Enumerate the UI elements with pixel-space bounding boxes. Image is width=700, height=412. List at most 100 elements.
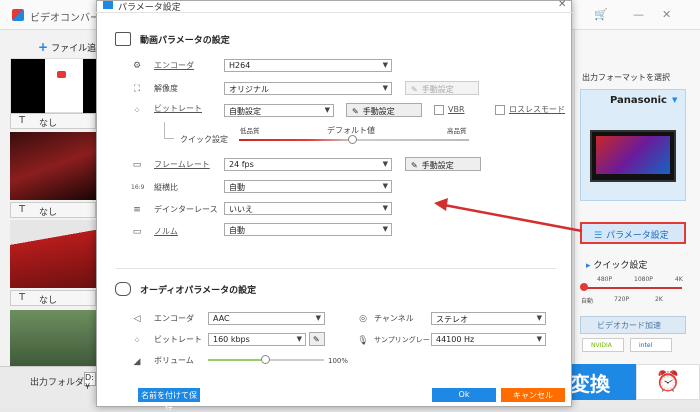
quality-slider-knob[interactable] bbox=[348, 135, 357, 144]
bitrate-icon: ⁘ bbox=[133, 106, 141, 116]
video-thumbnail[interactable] bbox=[10, 132, 96, 200]
divider bbox=[116, 268, 556, 269]
pen-icon: ✎ bbox=[352, 107, 359, 116]
quality-high-label: 高品質 bbox=[447, 127, 467, 135]
subtitle-selector[interactable]: T なし bbox=[10, 113, 96, 129]
audio-settings-icon bbox=[115, 282, 131, 296]
parameter-settings-label: パラメータ設定 bbox=[606, 231, 669, 241]
divider bbox=[96, 12, 572, 13]
video-thumbnail[interactable] bbox=[10, 58, 97, 114]
audio-bitrate-icon: ⁘ bbox=[133, 336, 141, 346]
norm-select[interactable]: 自動 ▼ bbox=[224, 223, 392, 236]
resolution-manual-button[interactable]: ✎ 手動設定 bbox=[405, 81, 479, 95]
quick-settings-label: クイック設定 bbox=[180, 135, 228, 144]
subtitle-value: なし bbox=[39, 296, 58, 306]
aspect-ratio-select[interactable]: 自動 ▼ bbox=[224, 180, 392, 193]
gpu-acceleration-toggle[interactable]: ビデオカード加速 bbox=[580, 316, 686, 334]
ok-button[interactable]: Ok bbox=[432, 388, 496, 402]
tv-image bbox=[590, 130, 676, 182]
lossless-checkbox[interactable] bbox=[495, 105, 505, 115]
volume-label: ボリューム bbox=[154, 356, 194, 365]
volume-value: 100% bbox=[328, 357, 349, 365]
youtube-icon bbox=[57, 71, 66, 78]
format-panel-title: 出力フォーマットを選択 bbox=[582, 73, 670, 82]
subtitle-selector[interactable]: T なし bbox=[10, 290, 96, 306]
parameter-settings-button[interactable]: ☰ パラメータ設定 bbox=[580, 222, 686, 244]
tick-label: 1080P bbox=[634, 276, 653, 283]
channel-select[interactable]: ステレオ ▼ bbox=[431, 312, 546, 325]
video-bitrate-label[interactable]: ビットレート bbox=[154, 103, 202, 114]
bitrate-manual-button[interactable]: ✎ 手動設定 bbox=[346, 103, 422, 117]
close-icon[interactable]: ✕ bbox=[558, 0, 566, 10]
audio-section-heading: オーディオパラメータの設定 bbox=[140, 286, 257, 296]
format-brand: Panasonic bbox=[610, 95, 667, 106]
video-thumbnail[interactable] bbox=[10, 310, 96, 366]
app-logo-icon bbox=[12, 9, 24, 21]
norm-label[interactable]: ノルム bbox=[154, 226, 178, 237]
audio-bitrate-label: ビットレート bbox=[154, 335, 202, 344]
audio-encoder-select[interactable]: AAC ▼ bbox=[208, 312, 325, 325]
audio-bitrate-edit-button[interactable]: ✎ bbox=[309, 332, 325, 346]
lossless-label: ロスレスモード bbox=[509, 105, 565, 114]
tick-label: 2K bbox=[655, 296, 663, 303]
dropdown-arrow-icon[interactable]: ▼ bbox=[672, 96, 677, 104]
minimize-icon[interactable]: — bbox=[633, 8, 644, 21]
intel-badge: intel bbox=[630, 338, 672, 352]
video-encoder-select[interactable]: H264 ▼ bbox=[224, 59, 392, 72]
save-as-button[interactable]: 名前を付けて保存 bbox=[138, 388, 200, 411]
sample-rate-select[interactable]: 44100 Hz ▼ bbox=[431, 333, 546, 346]
audio-encoder-label: エンコーダ bbox=[154, 314, 194, 323]
tick-label: 4K bbox=[675, 276, 683, 283]
microphone-icon: 🎙 bbox=[357, 336, 369, 346]
quick-settings-slider[interactable] bbox=[582, 287, 682, 289]
norm-icon: ▭ bbox=[132, 227, 142, 237]
quality-low-label: 低品質 bbox=[240, 127, 260, 135]
quick-settings-slider-knob[interactable] bbox=[580, 283, 588, 291]
nvidia-badge: NVIDIA bbox=[582, 338, 624, 352]
alarm-clock-icon[interactable]: ⏰ bbox=[636, 364, 700, 400]
text-icon: T bbox=[19, 292, 26, 303]
cancel-button[interactable]: キャンセル bbox=[501, 388, 565, 402]
resolution-label: 解像度 bbox=[154, 84, 178, 93]
video-thumbnail[interactable] bbox=[10, 220, 96, 288]
channel-label: チャンネル bbox=[374, 314, 414, 323]
deinterlace-label: デインターレース bbox=[154, 205, 218, 214]
encoder-icon: ⚙ bbox=[132, 61, 142, 71]
dialog-app-icon bbox=[103, 1, 113, 9]
audio-bitrate-select[interactable]: 160 kbps ▼ bbox=[208, 333, 306, 346]
video-encoder-label[interactable]: エンコーダ bbox=[154, 60, 194, 71]
plus-icon: + bbox=[38, 40, 49, 54]
video-section-heading: 動画パラメータの設定 bbox=[140, 36, 230, 46]
vbr-label: VBR bbox=[448, 105, 465, 114]
tick-label: 720P bbox=[614, 296, 630, 303]
video-bitrate-select[interactable]: 自動設定 ▼ bbox=[224, 104, 334, 117]
deinterlace-icon: ≡ bbox=[133, 205, 141, 215]
gpu-label: ビデオカード加速 bbox=[597, 321, 661, 330]
resolution-select[interactable]: オリジナル ▼ bbox=[224, 82, 392, 95]
framerate-icon: ▭ bbox=[132, 160, 142, 170]
convert-button[interactable]: 変換 bbox=[568, 364, 636, 400]
tick-label: 480P bbox=[597, 276, 613, 283]
aspect-ratio-icon: 16:9 bbox=[131, 184, 145, 191]
pen-icon: ✎ bbox=[411, 161, 418, 170]
channel-icon: ◎ bbox=[359, 314, 367, 324]
close-app-icon[interactable]: ✕ bbox=[662, 8, 671, 21]
red-arrow-annotation bbox=[434, 198, 583, 233]
vbr-checkbox[interactable] bbox=[434, 105, 444, 115]
text-icon: T bbox=[19, 115, 26, 126]
quick-settings-label: ▸ クイック設定 bbox=[586, 261, 648, 271]
framerate-select[interactable]: 24 fps ▼ bbox=[224, 158, 392, 171]
framerate-label[interactable]: フレームレート bbox=[154, 159, 210, 170]
subtitle-value: なし bbox=[39, 119, 58, 129]
deinterlace-select[interactable]: いいえ ▼ bbox=[224, 202, 392, 215]
app-title: ビデオコンバー bbox=[30, 13, 100, 24]
tick-label: 自動 bbox=[581, 298, 594, 305]
framerate-manual-button[interactable]: ✎ 手動設定 bbox=[405, 157, 481, 171]
volume-slider-knob[interactable] bbox=[261, 355, 270, 364]
volume-icon: ◢ bbox=[133, 357, 141, 367]
tree-connector bbox=[164, 122, 174, 139]
subtitle-selector[interactable]: T なし bbox=[10, 202, 96, 218]
output-folder-input[interactable]: D:¥ bbox=[84, 372, 96, 391]
cart-icon[interactable]: 🛒 bbox=[594, 8, 608, 21]
aspect-ratio-label: 縦横比 bbox=[154, 183, 178, 192]
